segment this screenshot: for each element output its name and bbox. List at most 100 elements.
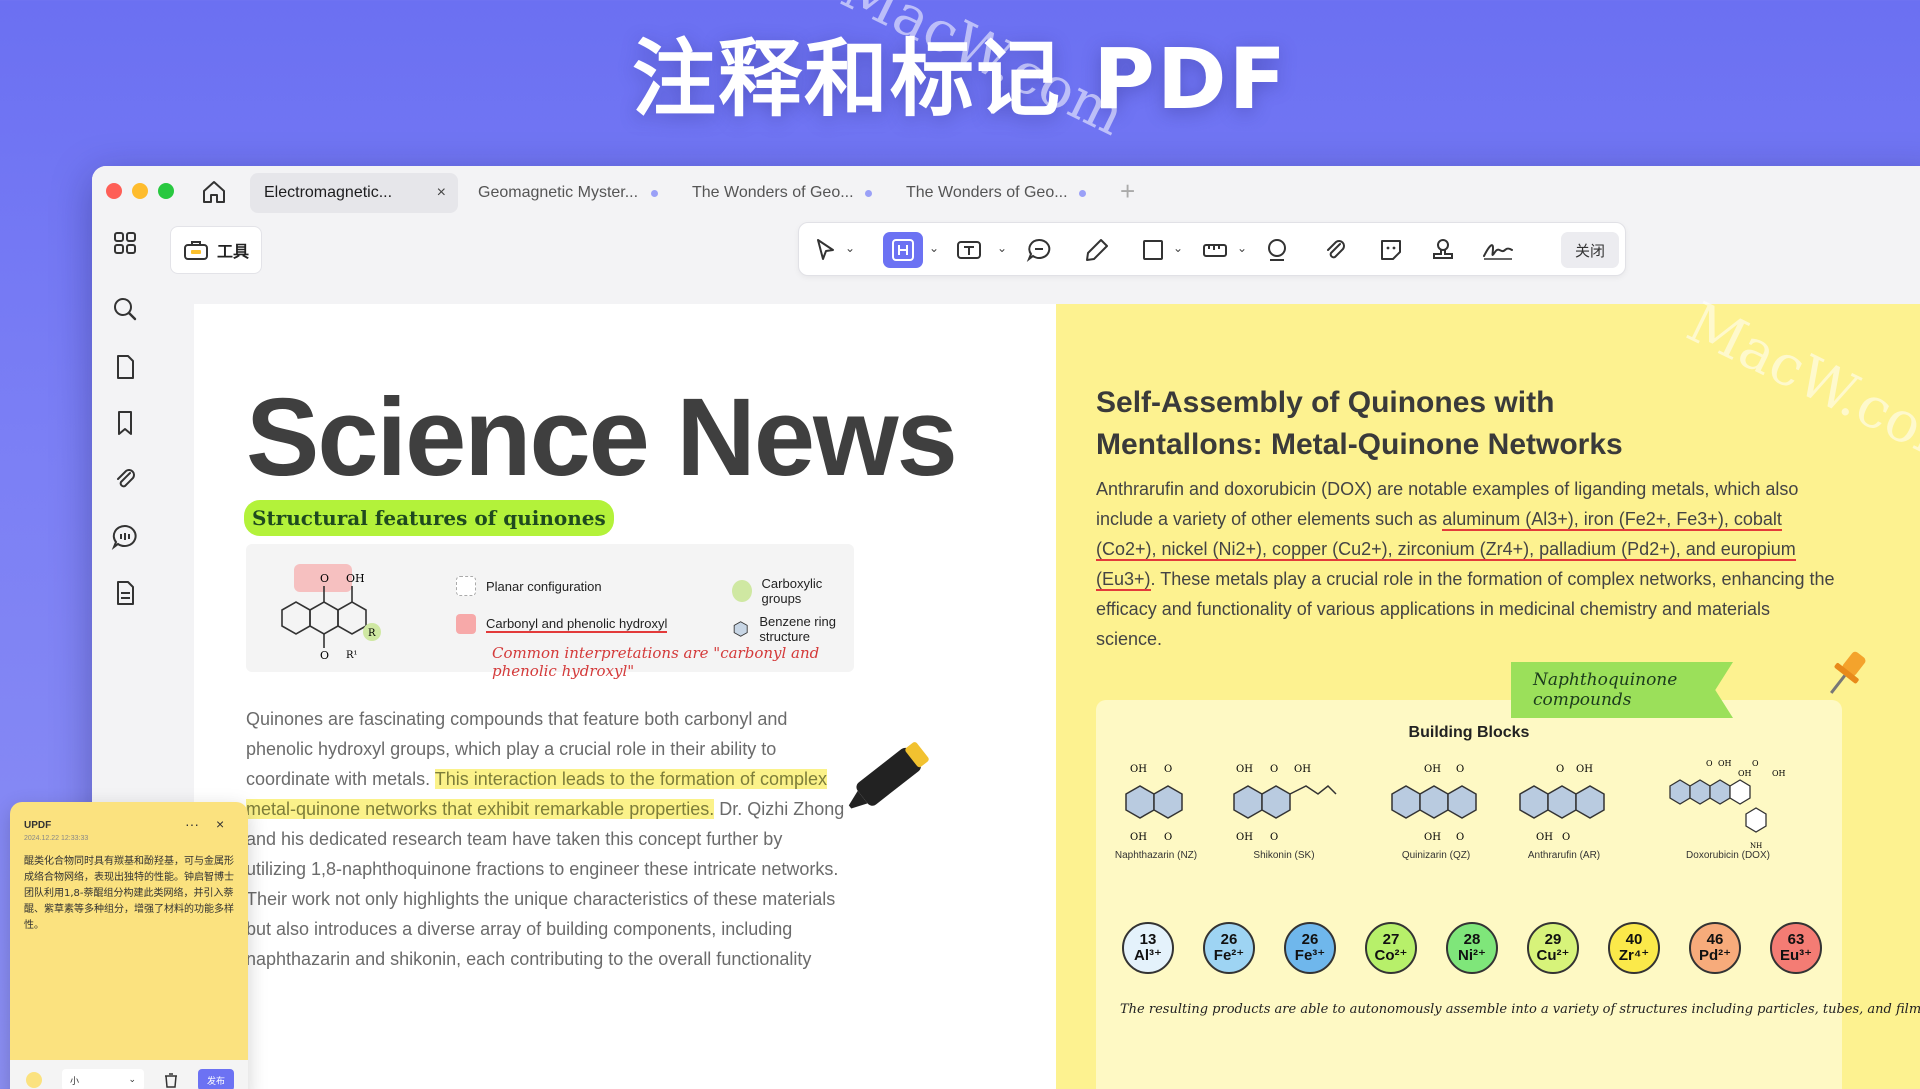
text-box-icon[interactable] (955, 236, 983, 264)
shikonin-structure-icon: OH O OH OH O (1233, 764, 1337, 843)
page-headline: Science News (246, 376, 958, 499)
signature-icon[interactable] (1481, 236, 1515, 264)
tab-label: The Wonders of Geo... (906, 184, 1068, 201)
close-tab-icon[interactable]: × (437, 184, 446, 202)
chevron-down-icon[interactable]: ⌄ (997, 241, 1007, 255)
note-text[interactable]: 醌类化合物同时具有羰基和酚羟基，可与金属形成络合物网络，表现出独特的性能。钟启智… (24, 854, 236, 934)
chevron-down-icon[interactable]: ⌄ (845, 241, 855, 255)
atom-label: R (368, 628, 376, 639)
molecule-label: Quinizarin (QZ) (1401, 850, 1471, 861)
ion-symbol: Ni²⁺ (1458, 947, 1486, 964)
highlight-icon[interactable] (889, 236, 917, 264)
svg-text:O: O (1556, 764, 1564, 775)
tab-geomagnetic[interactable]: Geomagnetic Myster... (464, 173, 670, 213)
pages-icon[interactable] (110, 352, 140, 382)
svg-text:NH: NH (1750, 842, 1762, 850)
ion-badge: 28 Ni²⁺ (1446, 922, 1498, 974)
atom-label: O (320, 649, 329, 662)
thumbnails-icon[interactable] (110, 228, 140, 258)
green-highlight[interactable]: Structural features of quinones (244, 500, 614, 536)
svg-text:OH: OH (1294, 764, 1311, 775)
more-options-icon[interactable]: ··· (185, 816, 199, 832)
pink-square-icon (456, 614, 476, 634)
handwritten-note[interactable]: Common interpretations are "carbonyl and… (492, 644, 854, 680)
sticker-icon[interactable] (1263, 236, 1291, 264)
ion-symbol: Cu²⁺ (1536, 947, 1570, 964)
unsaved-dot-icon (1079, 189, 1086, 197)
naphthazarin-structure-icon: OH O OH O (1125, 764, 1183, 843)
article-body: Quinones are fascinating compounds that … (246, 704, 846, 974)
forms-icon[interactable] (110, 578, 140, 608)
pushpin-icon[interactable] (1816, 644, 1876, 704)
unsaved-dot-icon (651, 189, 658, 197)
article-title: Self-Assembly of Quinones with Mentallon… (1096, 386, 1623, 461)
svg-text:O: O (1752, 759, 1759, 768)
quinizarin-structure-icon: OH O OH O (1391, 764, 1477, 843)
tab-bar: Electromagnetic... × Geomagnetic Myster.… (92, 166, 1920, 218)
annotation-toolbar: ⌄ ⌄ ⌄ ⌄ ⌄ 关闭 (798, 222, 1626, 276)
building-blocks-title: Building Blocks (1408, 724, 1530, 741)
tab-label: Electromagnetic... (264, 184, 393, 201)
color-picker-button[interactable] (26, 1072, 42, 1088)
chevron-down-icon[interactable]: ⌄ (929, 241, 939, 255)
svg-text:OH: OH (1772, 769, 1786, 778)
anthrarufin-structure-icon: O OH OH O (1519, 764, 1605, 843)
footnote: The resulting products are able to auton… (1120, 1002, 1920, 1017)
ion-badge: 26 Fe²⁺ (1203, 922, 1255, 974)
molecule-label: Naphthazarin (NZ) (1114, 850, 1198, 861)
close-icon[interactable]: × (216, 816, 224, 832)
svg-text:OH: OH (1236, 764, 1253, 775)
svg-text:OH: OH (1536, 832, 1553, 843)
trash-icon[interactable] (162, 1071, 180, 1089)
left-column: Science News Structural features of quin… (194, 304, 1056, 1089)
ion-badge: 46 Pd²⁺ (1689, 922, 1741, 974)
comment-icon[interactable] (1025, 236, 1053, 264)
note-date: 2024.12.22 12:33:33 (24, 835, 89, 842)
pencil-icon[interactable] (1083, 236, 1111, 264)
close-window-button[interactable] (106, 183, 122, 199)
emoji-sticker-icon[interactable] (1377, 236, 1405, 264)
stamp-icon[interactable] (1429, 236, 1457, 264)
body-paragraph: . These metals play a crucial role in th… (1096, 569, 1835, 649)
green-flag-annotation[interactable]: Naphthoquinone compounds (1511, 662, 1733, 718)
maximize-window-button[interactable] (158, 183, 174, 199)
minimize-window-button[interactable] (132, 183, 148, 199)
home-icon[interactable] (200, 178, 228, 206)
chevron-down-icon[interactable]: ⌄ (1173, 241, 1183, 255)
ion-number: 46 (1706, 931, 1724, 948)
bookmark-icon[interactable] (110, 408, 140, 438)
tab-wonders-1[interactable]: The Wonders of Geo... (678, 173, 884, 213)
select-cursor-icon[interactable] (811, 236, 839, 264)
ion-symbol: Fe³⁺ (1294, 947, 1326, 964)
tab-electromagnetic[interactable]: Electromagnetic... × (250, 173, 458, 213)
quinone-diagram: O OH O R R¹ Planar configuration Carboxy… (246, 544, 854, 680)
building-blocks-panel: Building Blocks OH O OH O OH O OH OH O OH O OH O O… (1096, 700, 1920, 1089)
tab-wonders-2[interactable]: The Wonders of Geo... (892, 173, 1098, 213)
chevron-down-icon[interactable]: ⌄ (1237, 241, 1247, 255)
comments-icon[interactable] (110, 522, 140, 552)
tools-label: 工具 (216, 244, 249, 261)
ion-number: 40 (1625, 931, 1643, 948)
close-toolbar-button[interactable]: 关闭 (1561, 232, 1619, 268)
atom-label: OH (346, 572, 365, 585)
font-size-select[interactable]: 小 ⌄ (62, 1069, 144, 1089)
paperclip-icon[interactable] (1321, 236, 1349, 264)
ion-symbol: Al³⁺ (1134, 947, 1162, 964)
measure-icon[interactable] (1201, 236, 1229, 264)
ion-number: 63 (1787, 931, 1805, 948)
ion-badge: 29 Cu²⁺ (1527, 922, 1579, 974)
ion-number: 26 (1220, 931, 1238, 948)
tools-button[interactable]: 工具 (170, 226, 262, 274)
svg-text:O: O (1164, 832, 1172, 843)
svg-text:O: O (1456, 764, 1464, 775)
add-tab-button[interactable]: + (1120, 176, 1135, 207)
attachment-icon[interactable] (110, 464, 140, 494)
search-icon[interactable] (110, 294, 140, 324)
ion-number: 13 (1139, 931, 1157, 948)
svg-text:OH: OH (1738, 769, 1752, 778)
sticky-note-popup[interactable]: UPDF 2024.12.22 12:33:33 ··· × 醌类化合物同时具有… (10, 802, 248, 1089)
toolbox-icon (183, 241, 208, 260)
post-button[interactable]: 发布 (198, 1069, 234, 1089)
unsaved-dot-icon (865, 189, 872, 197)
rectangle-icon[interactable] (1139, 236, 1167, 264)
